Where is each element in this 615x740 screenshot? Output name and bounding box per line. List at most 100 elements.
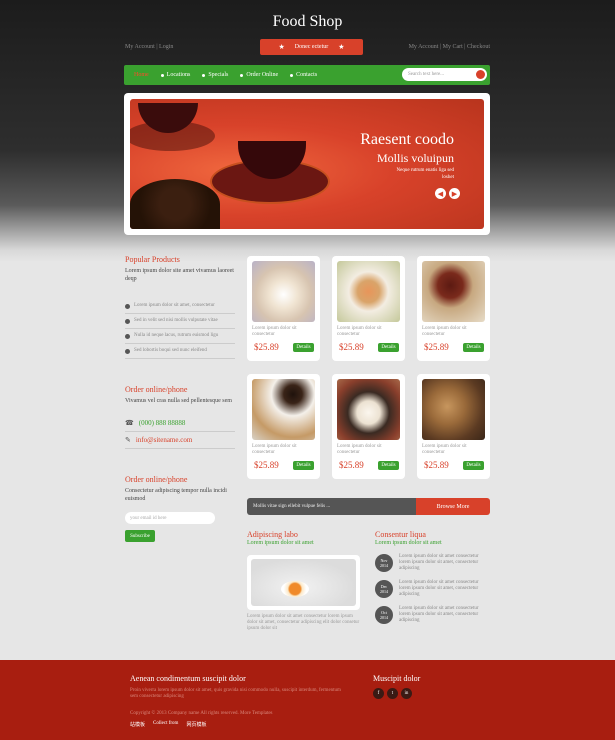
list-item[interactable]: Sed in velit sed nisi mollis vulputate v…: [125, 314, 235, 329]
product-image-cup[interactable]: [422, 261, 485, 322]
advantages-section: Adipiscing labo Lorem ipsum dolor sit am…: [247, 530, 362, 632]
phone-number: (000) 888 88888: [138, 419, 186, 427]
prev-arrow-icon[interactable]: ◀: [435, 188, 446, 199]
slider-text: Neque rutrum enatis liga sed loshet: [396, 168, 454, 180]
slider-subtitle: Mollis voluipun: [376, 151, 454, 165]
news-text: Lorem ipsum dolor sit amet consectetur l…: [399, 580, 479, 597]
bullet-icon: [125, 334, 130, 339]
product-desc: Lorem ipsum dolor sit consectetur: [337, 326, 382, 337]
product-price: $25.89: [339, 460, 364, 470]
date-badge: Dec 2014: [375, 580, 393, 598]
subscribe-button[interactable]: Subscribe: [125, 530, 155, 542]
popular-lead: Lorem ipsum dolor site amet vivamus laor…: [125, 268, 234, 282]
news-item[interactable]: Oct 2014 Lorem ipsum dolor sit amet conse…: [375, 606, 490, 624]
news-text: Lorem ipsum dolor sit amet consectetur l…: [399, 606, 479, 623]
list-item[interactable]: Lorem ipsum dolor sit amet, consectetur: [125, 299, 235, 314]
news-text: Lorem ipsum dolor sit amet consectetur l…: [399, 554, 479, 571]
details-button[interactable]: Details: [293, 343, 314, 352]
nav-label: Order Online: [246, 72, 279, 78]
browse-more-button[interactable]: Browse More: [416, 498, 490, 515]
footer-link[interactable]: 网页模板: [186, 721, 206, 728]
news-item[interactable]: Dec 2014 Lorem ipsum dolor sit amet conse…: [375, 580, 490, 598]
details-button[interactable]: Details: [378, 343, 399, 352]
star-icon: ★: [338, 43, 345, 51]
product-image-tea[interactable]: [252, 261, 315, 322]
product-desc: Lorem ipsum dolor sit consectetur: [252, 326, 297, 337]
product-image-bagel[interactable]: [337, 261, 400, 322]
news-title: Consentur liqua: [375, 530, 426, 539]
date-year: 2014: [380, 563, 388, 568]
product-image-soup[interactable]: [337, 379, 400, 440]
news-section: Consentur liqua Lorem ipsum dolor sit am…: [375, 530, 490, 624]
news-item[interactable]: Nov 2014 Lorem ipsum dolor sit amet conse…: [375, 554, 490, 572]
social-title: Muscipit dolor: [373, 674, 421, 683]
product-image-pastry[interactable]: [422, 379, 485, 440]
phone-contact[interactable]: ☎ (000) 888 88888: [125, 415, 235, 432]
list-item-text: Sed lobortis boqui sed nunc eleifend: [134, 348, 207, 353]
hero-slider: Raesent coodo Mollis voluipun Neque rutr…: [124, 93, 490, 235]
nav-item-home[interactable]: Home: [134, 72, 149, 78]
email-contact[interactable]: ✎ info@sitename.com: [125, 432, 235, 449]
email-field[interactable]: your email id here: [125, 512, 215, 524]
product-price: $25.89: [424, 460, 449, 470]
pencil-icon: ✎: [125, 436, 131, 444]
facebook-icon[interactable]: f: [373, 688, 384, 699]
list-item[interactable]: Nulla id neque lacus, rutrum euismod lig…: [125, 329, 235, 344]
nav-item-specials[interactable]: Specials: [202, 72, 228, 78]
nav-item-locations[interactable]: Locations: [160, 72, 191, 78]
account-cart-links[interactable]: My Account | My Cart | Checkout: [409, 44, 490, 50]
product-card[interactable]: Lorem ipsum dolor sit consectetur $25.89…: [417, 374, 490, 479]
account-login-links[interactable]: My Account | Login: [125, 44, 173, 50]
main-nav: Home Locations Specials Order Online Con…: [124, 65, 490, 85]
bullet-icon: [240, 73, 244, 77]
details-button[interactable]: Details: [463, 343, 484, 352]
advantages-text: Lorem ipsum dolor sit amet consectetur l…: [247, 614, 360, 631]
order-phone-title: Order online/phone: [125, 385, 188, 394]
product-desc: Lorem ipsum dolor sit consectetur: [252, 444, 297, 455]
nav-item-order-online[interactable]: Order Online: [240, 72, 278, 78]
product-desc: Lorem ipsum dolor sit consectetur: [422, 326, 467, 337]
list-item[interactable]: Sed lobortis boqui sed nunc eleifend: [125, 344, 235, 359]
bullet-icon: [160, 73, 164, 77]
bullet-icon: [202, 73, 206, 77]
bullet-icon: [125, 349, 130, 354]
social-icons: f t in: [373, 688, 412, 699]
twitter-icon[interactable]: t: [387, 688, 398, 699]
bullet-icon: [290, 73, 294, 77]
site-logo[interactable]: Food Shop: [0, 13, 615, 31]
advantages-title: Adipiscing labo: [247, 530, 298, 539]
date-year: 2014: [380, 615, 388, 620]
nav-label: Locations: [166, 72, 191, 78]
product-card[interactable]: Lorem ipsum dolor sit consectetur $25.89…: [247, 374, 320, 479]
nav-label: Contacts: [296, 72, 318, 78]
promo-banner[interactable]: ★ Donec ectetur ★: [260, 39, 363, 55]
bullet-icon: [125, 304, 130, 309]
details-button[interactable]: Details: [293, 461, 314, 470]
footer-link[interactable]: Collect from: [153, 721, 178, 728]
product-card[interactable]: Lorem ipsum dolor sit consectetur $25.89…: [332, 374, 405, 479]
phone-icon: ☎: [125, 419, 134, 427]
product-card[interactable]: Lorem ipsum dolor sit consectetur $25.89…: [417, 256, 490, 361]
order-subscribe-lead: Consectetur adipiscing tempor nulla inci…: [125, 488, 227, 502]
bullet-icon: [125, 319, 130, 324]
advantages-subtitle: Lorem ipsum dolor sit amet: [247, 540, 314, 546]
popular-list: Lorem ipsum dolor sit amet, consectetur …: [125, 299, 235, 359]
left-column: Popular Products Lorem ipsum dolor site …: [125, 255, 235, 542]
product-card[interactable]: Lorem ipsum dolor sit consectetur $25.89…: [247, 256, 320, 361]
browse-bar-text: Mollis vitae sign ellebit vulpue felis .…: [247, 498, 416, 515]
email-address: info@sitename.com: [135, 436, 193, 444]
linkedin-icon[interactable]: in: [401, 688, 412, 699]
product-image-coffee[interactable]: [252, 379, 315, 440]
search-input[interactable]: Search text here...: [402, 68, 487, 81]
next-arrow-icon[interactable]: ▶: [449, 188, 460, 199]
star-icon: ★: [278, 43, 285, 51]
product-price: $25.89: [424, 342, 449, 352]
details-button[interactable]: Details: [463, 461, 484, 470]
footer-link[interactable]: 站模板: [130, 721, 145, 728]
product-card[interactable]: Lorem ipsum dolor sit consectetur $25.89…: [332, 256, 405, 361]
details-button[interactable]: Details: [378, 461, 399, 470]
product-desc: Lorem ipsum dolor sit consectetur: [422, 444, 467, 455]
advantages-image: [247, 555, 360, 610]
nav-item-contacts[interactable]: Contacts: [290, 72, 317, 78]
date-year: 2014: [380, 589, 388, 594]
